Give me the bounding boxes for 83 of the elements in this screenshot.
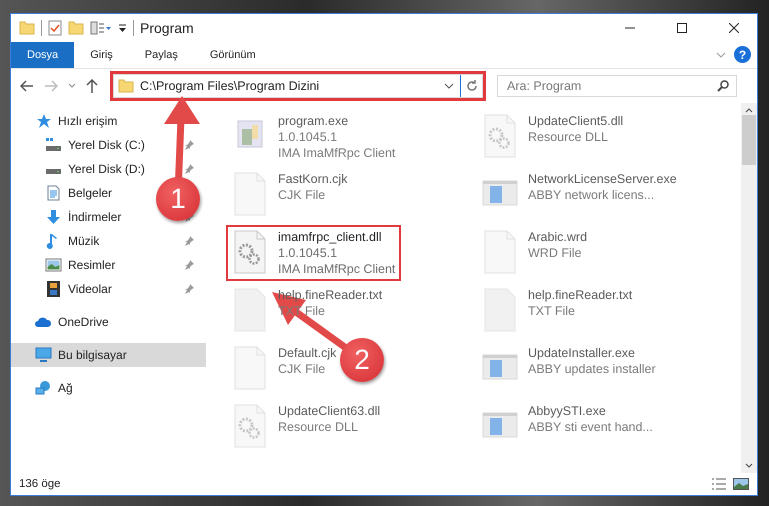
sidebar-item[interactable]: Müzik [11, 229, 206, 253]
text-file-icon [232, 287, 268, 333]
folder-icon [19, 21, 35, 35]
file-detail: ABBY sti event hand... [528, 419, 653, 435]
address-bar[interactable]: C:\Program Files\Program Dizini [113, 74, 483, 98]
gear-file-icon [232, 229, 268, 275]
sidebar-item[interactable]: Hızlı erişim [11, 109, 206, 133]
drive-icon [45, 137, 62, 153]
star-icon [35, 113, 52, 129]
help-button[interactable]: ? [734, 46, 751, 63]
file-name[interactable]: UpdateClient63.dll [278, 403, 380, 419]
file-name[interactable]: program.exe [278, 113, 348, 129]
file-detail: TXT File [528, 303, 575, 319]
window-title: Program [140, 20, 194, 36]
file-detail: CJK File [278, 187, 326, 203]
file-name[interactable]: UpdateInstaller.exe [528, 345, 636, 361]
file-name[interactable]: Default.cjk [278, 345, 336, 361]
expand-ribbon-icon[interactable] [716, 52, 726, 58]
view-dropdown-icon[interactable] [90, 21, 112, 35]
sidebar-item[interactable]: Videolar [11, 277, 206, 301]
large-icons-view-icon[interactable] [733, 478, 749, 490]
file-name[interactable]: AbbyySTI.exe [528, 403, 606, 419]
file-detail: WRD File [528, 245, 582, 261]
ribbon-tab[interactable]: Görünüm [194, 42, 272, 68]
sidebar-item[interactable]: Ağ [11, 376, 206, 400]
text-file-icon [482, 287, 518, 333]
file-detail: Resource DLL [278, 419, 358, 435]
back-arrow-icon [20, 80, 34, 92]
file-detail: ABBY updates installer [528, 361, 656, 377]
search-icon [717, 80, 729, 92]
monitor-icon [35, 347, 52, 363]
properties-icon[interactable] [48, 20, 62, 36]
maximize-icon [677, 23, 687, 33]
file-name[interactable]: NetworkLicenseServer.exe [528, 171, 677, 187]
gear-file-icon [232, 403, 268, 449]
up-arrow-icon [86, 79, 98, 93]
file-detail: CJK File [278, 361, 326, 377]
refresh-icon [466, 80, 478, 92]
download-arrow-icon [45, 209, 62, 225]
scroll-up-icon[interactable] [745, 107, 753, 113]
ribbon-tab[interactable]: Giriş [74, 42, 129, 68]
file-detail: Resource DLL [528, 129, 608, 145]
file-icon [232, 345, 268, 391]
forward-arrow-icon [44, 80, 58, 92]
new-folder-icon [68, 21, 84, 35]
close-icon [729, 23, 739, 33]
file-name[interactable]: UpdateClient5.dll [528, 113, 624, 129]
file-detail: 1.0.1045.1 [278, 129, 338, 145]
scrollbar[interactable] [741, 103, 757, 473]
file-detail: ABBY network licens... [528, 187, 654, 203]
file-detail: IMA ImaMfRpc Client [278, 145, 396, 161]
file-name[interactable]: Arabic.wrd [528, 229, 588, 245]
file-name[interactable]: help.fineReader.txt [278, 287, 382, 303]
sidebar-item[interactable]: OneDrive [11, 310, 206, 334]
file-detail: IMA ImaMfRpc Client [278, 261, 396, 277]
customize-caret-icon[interactable] [118, 24, 127, 32]
scroll-down-icon[interactable] [745, 463, 753, 469]
file-icon [482, 229, 518, 275]
highlighted-file-item[interactable]: imamfrpc_client.dll 1.0.1045.1 IMA ImaMfRpc Client [226, 225, 402, 281]
file-name: imamfrpc_client.dll [278, 229, 382, 245]
ribbon-tab[interactable]: Dosya [11, 42, 74, 68]
sidebar-item[interactable]: Resimler [11, 253, 206, 277]
folder-icon [118, 79, 134, 93]
network-icon [35, 380, 52, 396]
caret-icon [68, 83, 76, 89]
minimize-icon [625, 27, 635, 29]
scroll-thumb[interactable] [742, 115, 756, 165]
film-icon [45, 281, 62, 297]
details-view-icon[interactable] [711, 478, 727, 490]
item-count: 136 öge [19, 478, 61, 490]
pictures-icon [45, 257, 62, 273]
file-icon [232, 171, 268, 217]
sidebar-item[interactable]: Yerel Disk (C:) [11, 133, 206, 157]
search-field[interactable]: Ara: Program [497, 75, 737, 97]
gear-file-icon [482, 113, 518, 159]
ribbon-tab[interactable]: Paylaş [128, 42, 194, 68]
document-icon [45, 185, 62, 201]
sidebar-item[interactable]: Bu bilgisayar [11, 343, 206, 367]
file-name[interactable]: help.fineReader.txt [528, 287, 632, 303]
file-name[interactable]: FastKorn.cjk [278, 171, 348, 187]
dropdown-caret-icon[interactable] [444, 83, 454, 89]
drive-icon [45, 169, 62, 175]
file-detail: 1.0.1045.1 [278, 245, 338, 261]
